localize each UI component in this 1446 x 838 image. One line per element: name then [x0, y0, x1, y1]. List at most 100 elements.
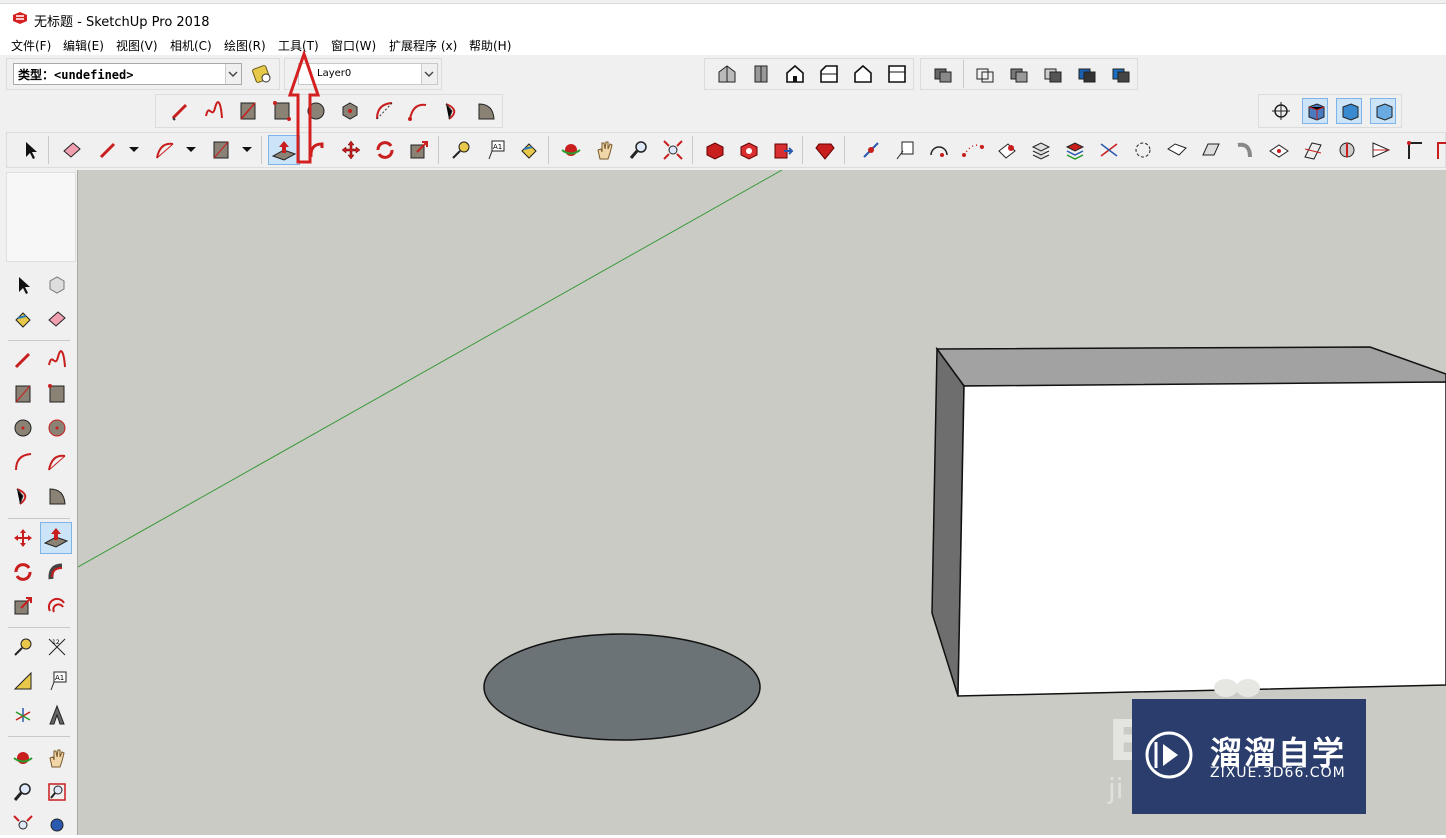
- 3d-warehouse-button[interactable]: [702, 137, 728, 163]
- left-rotated-rectangle-button[interactable]: [44, 381, 70, 407]
- left-follow-me-button[interactable]: [44, 559, 70, 585]
- iso-view-button[interactable]: [714, 61, 740, 87]
- two-point-arc-button[interactable]: [405, 98, 431, 124]
- triangle-tool-button[interactable]: [1368, 137, 1394, 163]
- left-select-button[interactable]: [10, 272, 36, 298]
- pan-button[interactable]: [592, 137, 618, 163]
- shape-tool-button[interactable]: [208, 137, 234, 163]
- share-component-button[interactable]: [770, 137, 796, 163]
- freehand-button[interactable]: [201, 98, 227, 124]
- intersect-button[interactable]: [1164, 137, 1190, 163]
- menu-view[interactable]: 视图(V): [116, 37, 158, 54]
- position-camera-button[interactable]: [1268, 98, 1294, 124]
- shaded-button[interactable]: [1040, 61, 1066, 87]
- menu-edit[interactable]: 编辑(E): [63, 37, 104, 54]
- select-button[interactable]: [17, 137, 43, 163]
- left-orbit-button[interactable]: [10, 745, 36, 771]
- arc-button[interactable]: [371, 98, 397, 124]
- layer-combo-dropdown[interactable]: [421, 64, 437, 84]
- three-point-arc-button[interactable]: [439, 98, 465, 124]
- textures-button[interactable]: [1074, 61, 1100, 87]
- line-button[interactable]: [167, 98, 193, 124]
- xray-button[interactable]: [930, 61, 956, 87]
- softening-button[interactable]: [1130, 137, 1156, 163]
- polygon-button[interactable]: [337, 98, 363, 124]
- left-line-button[interactable]: [10, 347, 36, 373]
- left-zoom-extents-button[interactable]: [10, 812, 36, 838]
- left-tape-measure-button[interactable]: [10, 634, 36, 660]
- circle-slice-button[interactable]: [1334, 137, 1360, 163]
- sandbox-button[interactable]: [1266, 137, 1292, 163]
- left-pan-button[interactable]: [44, 745, 70, 771]
- extension-warehouse-button[interactable]: [812, 137, 838, 163]
- menu-file[interactable]: 文件(F): [11, 37, 51, 54]
- monochrome-button[interactable]: [1108, 61, 1134, 87]
- left-polygon-button[interactable]: [44, 415, 70, 441]
- left-push-pull-button[interactable]: [40, 522, 72, 554]
- bend-button[interactable]: [1232, 137, 1258, 163]
- text-button[interactable]: A1: [482, 137, 508, 163]
- left-offset-button[interactable]: [44, 593, 70, 619]
- section-cut-button[interactable]: [1370, 98, 1396, 124]
- paint-bucket-button[interactable]: [516, 137, 542, 163]
- type-combo[interactable]: 类型：<undefined>: [13, 63, 242, 85]
- left-axes-button[interactable]: [10, 702, 36, 728]
- left-dimension-button[interactable]: 12: [44, 634, 70, 660]
- shape-dropdown[interactable]: [241, 137, 253, 163]
- line-tool-button[interactable]: [95, 137, 121, 163]
- left-freehand-button[interactable]: [44, 347, 70, 373]
- corner-tool-button[interactable]: [1402, 137, 1428, 163]
- section-plane-button[interactable]: [1302, 98, 1328, 124]
- top-view-button[interactable]: [748, 61, 774, 87]
- left-view-button[interactable]: [884, 61, 910, 87]
- axes-button[interactable]: [1096, 137, 1122, 163]
- left-rectangle-button[interactable]: [10, 381, 36, 407]
- left-paint-bucket-button[interactable]: [10, 306, 36, 332]
- dotted-line-button[interactable]: [960, 137, 986, 163]
- left-make-component-button[interactable]: [44, 272, 70, 298]
- move-button[interactable]: [338, 137, 364, 163]
- left-move-button[interactable]: [10, 525, 36, 551]
- rectangle-button[interactable]: [235, 98, 261, 124]
- type-combo-dropdown[interactable]: [225, 64, 241, 84]
- zoom-button[interactable]: [626, 137, 652, 163]
- hidden-line-button[interactable]: [1006, 61, 1032, 87]
- left-text-button[interactable]: A1: [44, 668, 70, 694]
- left-previous-view-button[interactable]: [44, 812, 70, 838]
- menu-draw[interactable]: 绘图(R): [224, 37, 266, 54]
- line-dropdown[interactable]: [128, 137, 140, 163]
- eraser-button[interactable]: [59, 137, 85, 163]
- entity-info-button[interactable]: [249, 61, 275, 87]
- rotate-button[interactable]: [372, 137, 398, 163]
- overflow-tool-button[interactable]: [1432, 137, 1446, 163]
- orbit-button[interactable]: [558, 137, 584, 163]
- paint-tool-2-button[interactable]: [994, 137, 1020, 163]
- label-button[interactable]: [892, 137, 918, 163]
- scale-button[interactable]: [406, 137, 432, 163]
- back-view-button[interactable]: [850, 61, 876, 87]
- left-zoom-window-button[interactable]: [44, 779, 70, 805]
- dimension-button[interactable]: [858, 137, 884, 163]
- right-view-button[interactable]: [816, 61, 842, 87]
- pie-button[interactable]: [473, 98, 499, 124]
- wireframe-button[interactable]: [972, 61, 998, 87]
- left-eraser-button[interactable]: [44, 306, 70, 332]
- menu-help[interactable]: 帮助(H): [469, 37, 511, 54]
- left-scale-button[interactable]: [10, 593, 36, 619]
- section-display-button[interactable]: [1336, 98, 1362, 124]
- protractor-button[interactable]: [926, 137, 952, 163]
- left-three-point-arc-button[interactable]: [10, 483, 36, 509]
- share-model-button[interactable]: [736, 137, 762, 163]
- menu-camera[interactable]: 相机(C): [170, 37, 212, 54]
- arc-tool-button[interactable]: [152, 137, 178, 163]
- left-arc-button[interactable]: [10, 449, 36, 475]
- left-pie-button[interactable]: [44, 483, 70, 509]
- layers-stack-button[interactable]: [1028, 137, 1054, 163]
- arc-dropdown[interactable]: [185, 137, 197, 163]
- left-rotate-button[interactable]: [10, 559, 36, 585]
- outer-shell-button[interactable]: [1198, 137, 1224, 163]
- section-tool-button[interactable]: [1300, 137, 1326, 163]
- left-circle-button[interactable]: [10, 415, 36, 441]
- left-protractor-button[interactable]: [10, 668, 36, 694]
- tape-measure-button[interactable]: [448, 137, 474, 163]
